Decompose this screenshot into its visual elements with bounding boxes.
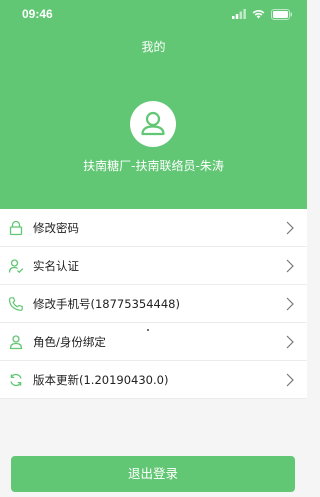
avatar[interactable] — [130, 101, 176, 147]
menu-label: 修改手机号(18775354448) — [33, 297, 180, 311]
menu-item-change-password[interactable]: 修改密码 — [0, 209, 307, 247]
logout-button[interactable]: 退出登录 — [11, 456, 295, 492]
battery-icon — [271, 8, 292, 20]
settings-menu: 修改密码 实名认证 修改手机号(18775354448) 角色/身份绑定 版本更… — [0, 209, 307, 399]
chevron-right-icon — [286, 297, 294, 311]
chevron-right-icon — [286, 373, 294, 387]
lock-icon — [9, 220, 23, 236]
signal-icon — [232, 9, 246, 19]
phone-icon — [8, 297, 23, 311]
menu-label: 修改密码 — [33, 221, 79, 235]
user-name: 扶南糖厂-扶南联络员-朱涛 — [83, 159, 224, 173]
chevron-right-icon — [286, 259, 294, 273]
user-check-icon — [8, 259, 24, 274]
chevron-right-icon — [286, 335, 294, 349]
menu-item-change-phone[interactable]: 修改手机号(18775354448) — [0, 285, 307, 323]
page-title: 我的 — [141, 40, 166, 54]
wifi-icon — [252, 9, 265, 19]
user-avatar-icon — [141, 111, 165, 136]
menu-label: 实名认证 — [33, 259, 79, 273]
status-icons — [232, 8, 293, 20]
status-time: 09:46 — [22, 7, 53, 21]
person-icon — [9, 335, 23, 350]
status-bar: 09:46 — [0, 0, 307, 28]
menu-label: 版本更新(1.20190430.0) — [33, 373, 169, 387]
stray-dot — [147, 329, 149, 331]
profile-header: 09:46 我的 扶南糖厂-扶南联络员-朱涛 — [0, 0, 307, 209]
menu-item-version-update[interactable]: 版本更新(1.20190430.0) — [0, 361, 307, 399]
menu-label: 角色/身份绑定 — [33, 335, 106, 349]
chevron-right-icon — [286, 221, 294, 235]
menu-item-role-binding[interactable]: 角色/身份绑定 — [0, 323, 307, 361]
menu-item-real-name-auth[interactable]: 实名认证 — [0, 247, 307, 285]
refresh-icon — [10, 373, 22, 387]
